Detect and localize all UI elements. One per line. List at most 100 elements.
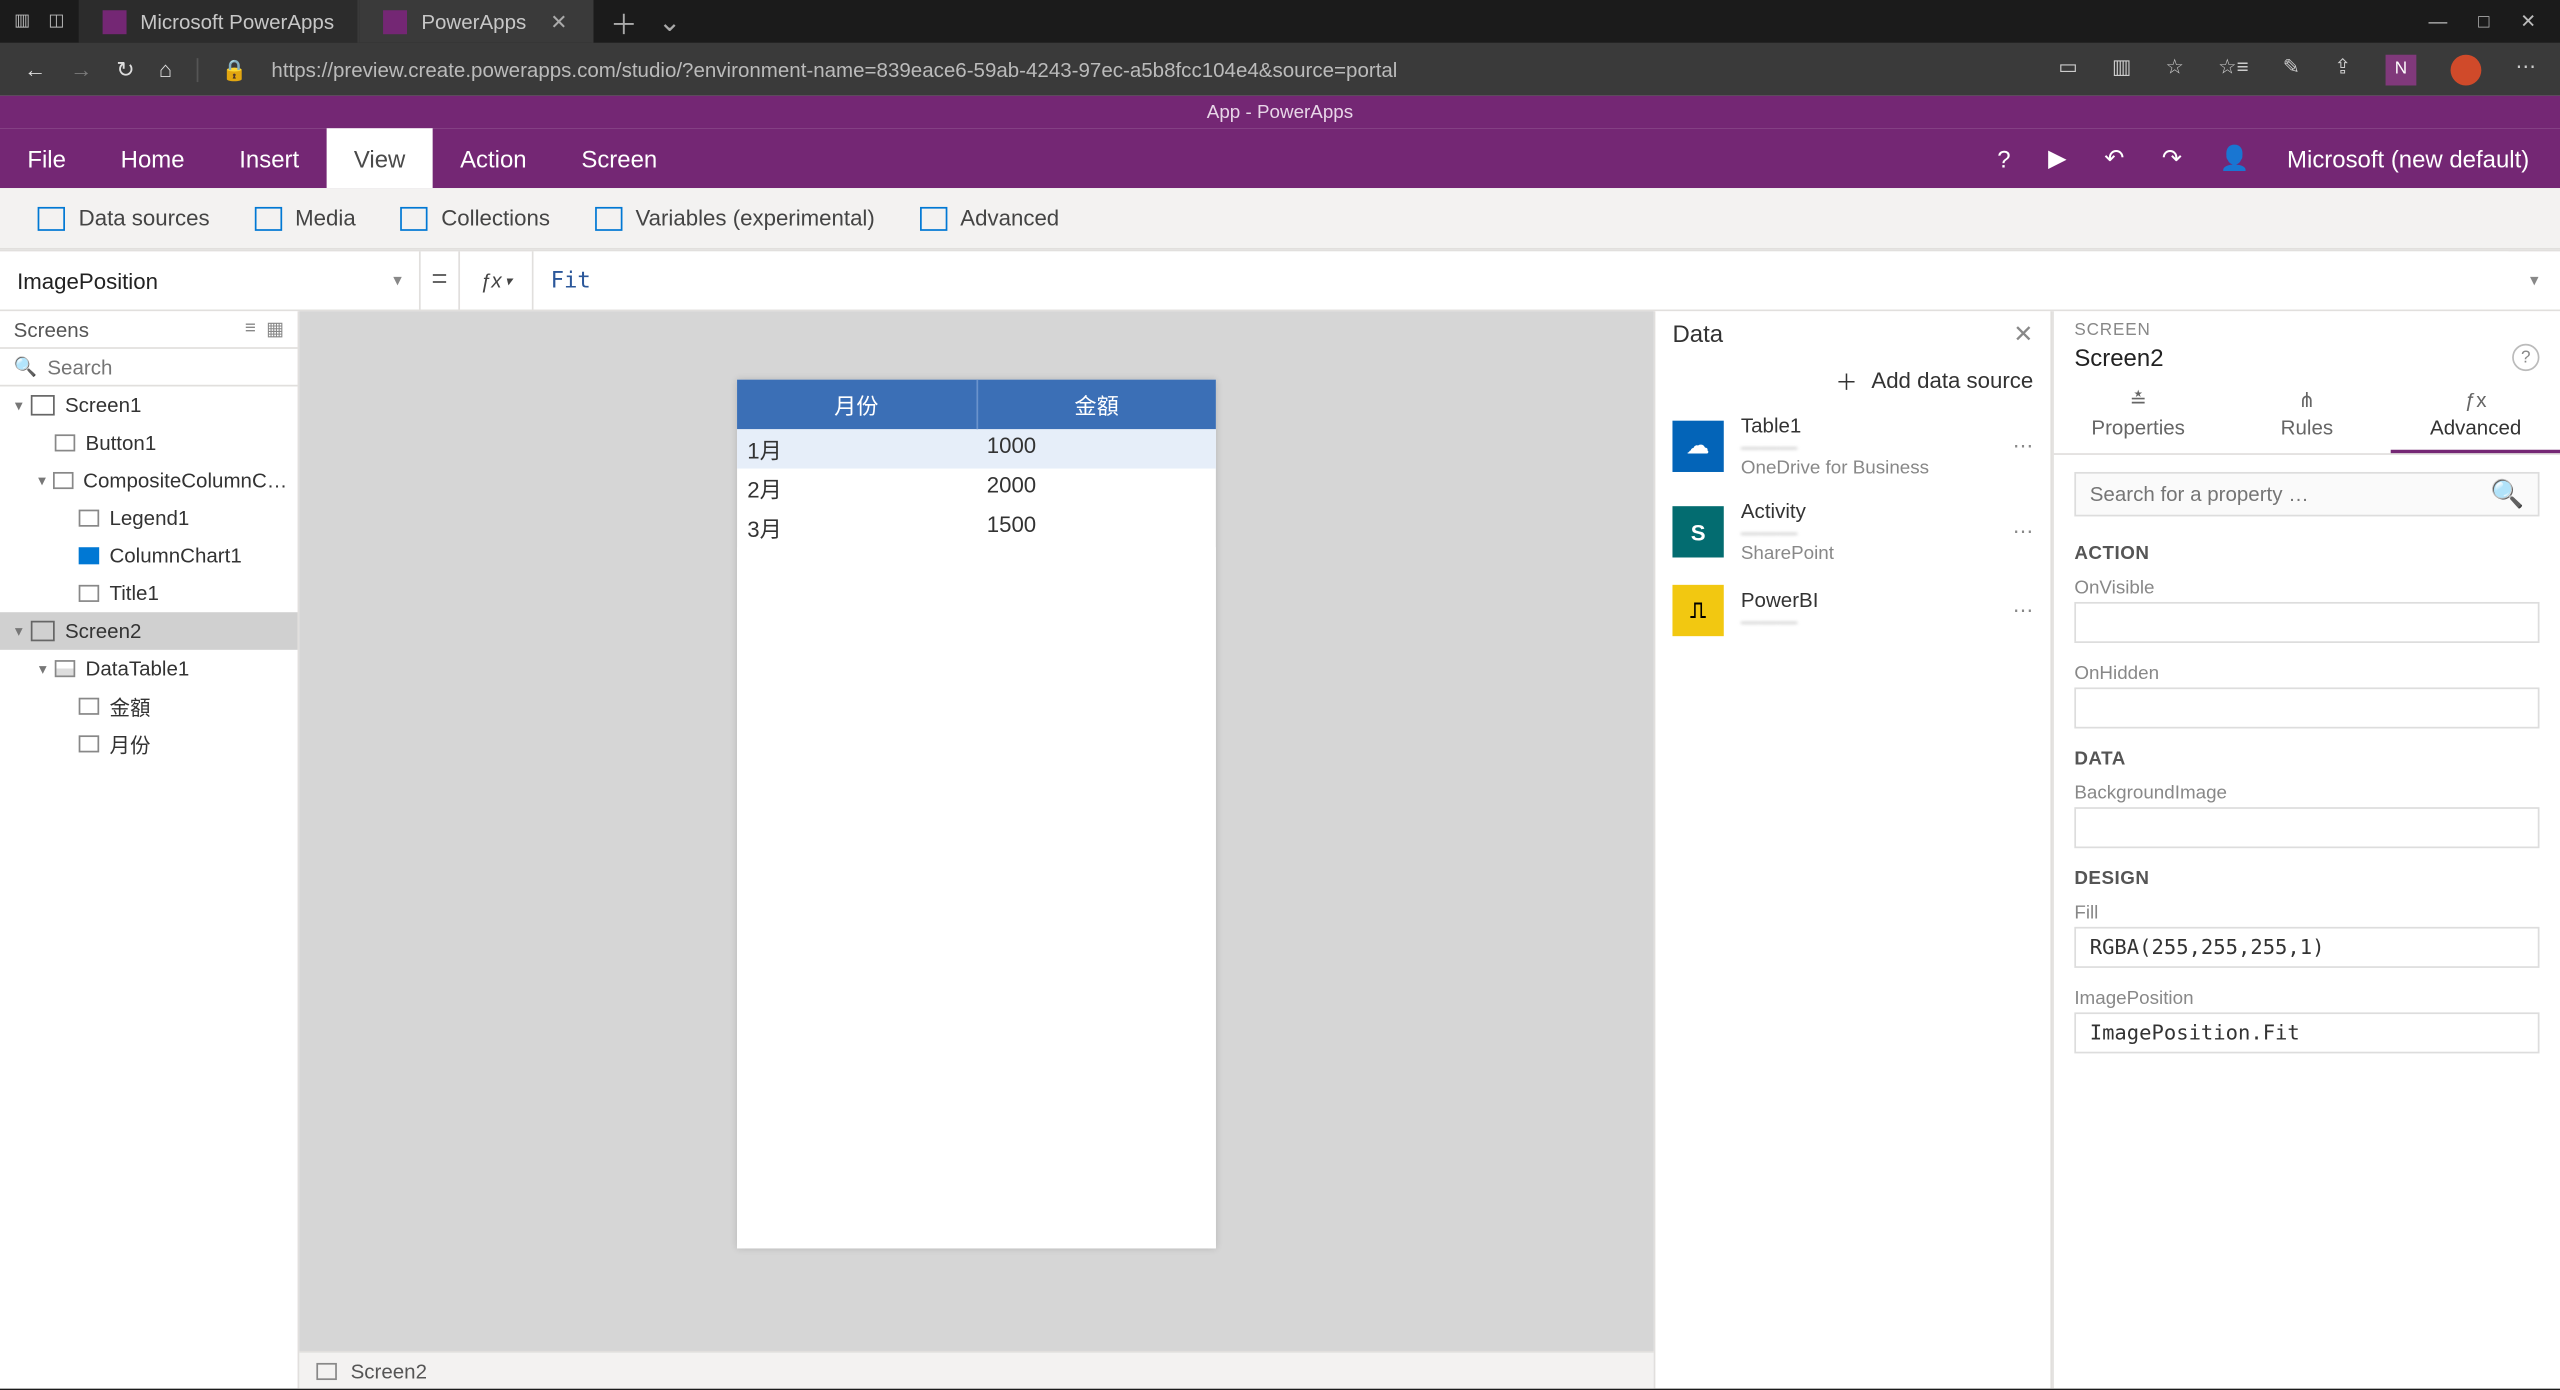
tree-node[interactable]: Legend1: [0, 499, 298, 537]
redo-icon[interactable]: ↷: [2162, 144, 2182, 173]
data-source-item[interactable]: ☁Table1———OneDrive for Business⋯: [1655, 404, 2050, 490]
close-icon[interactable]: ✕: [550, 9, 567, 33]
props-search-input[interactable]: [2090, 482, 2490, 506]
undo-icon[interactable]: ↶: [2104, 144, 2124, 173]
play-icon[interactable]: ▶: [2048, 144, 2066, 173]
table-row[interactable]: 2月2000: [737, 469, 1216, 508]
ribbon-tab-action[interactable]: Action: [433, 128, 554, 188]
prop-field-onhidden[interactable]: [2074, 687, 2539, 728]
browser-tab-2[interactable]: PowerApps ✕: [360, 0, 593, 43]
list-view-icon[interactable]: ≡: [245, 318, 256, 340]
property-dropdown[interactable]: ImagePosition ▾: [0, 251, 421, 309]
tree-node[interactable]: ▾DataTable1: [0, 650, 298, 688]
col-header-1[interactable]: 金額: [977, 380, 1216, 430]
data-source-item[interactable]: SActivity———SharePoint⋯: [1655, 489, 2050, 575]
ds-title: PowerBI: [1741, 588, 1996, 612]
ribbon-tab-view[interactable]: View: [327, 128, 433, 188]
prop-field-imageposition[interactable]: ImagePosition.Fit: [2074, 1012, 2539, 1053]
back-icon[interactable]: ←: [24, 56, 46, 82]
close-icon[interactable]: ✕: [2013, 319, 2033, 348]
data-source-item[interactable]: ⎍PowerBI———⋯: [1655, 575, 2050, 647]
ribbon-tab-file[interactable]: File: [0, 128, 93, 188]
user-icon[interactable]: 👤: [2220, 144, 2250, 173]
tree-search-input[interactable]: [47, 355, 283, 379]
browser-tab-1[interactable]: Microsoft PowerApps: [79, 0, 360, 43]
powerapps-root: App - PowerApps File Home Insert View Ac…: [0, 96, 2560, 1389]
advanced-icon: [919, 206, 946, 230]
props-tab-properties[interactable]: ≛Properties: [2054, 381, 2223, 453]
more-icon[interactable]: ⋯: [2013, 599, 2034, 623]
fx-button[interactable]: ƒx ▾: [458, 251, 533, 309]
datatable-preview[interactable]: 月份 金額 1月10002月20003月1500: [737, 380, 1216, 1249]
col-header-0[interactable]: 月份: [737, 380, 977, 430]
formula-expand-icon[interactable]: ▾: [2509, 251, 2560, 309]
canvas-stage[interactable]: 月份 金額 1月10002月20003月1500: [299, 311, 1653, 1351]
minimize-icon[interactable]: ―: [2429, 11, 2448, 32]
prop-field-bgimage[interactable]: [2074, 807, 2539, 848]
titlebar-icons: ▥ ◫: [0, 0, 79, 43]
sub-variables[interactable]: Variables (experimental): [594, 205, 874, 231]
tabs-chevron-icon[interactable]: ⌄: [658, 4, 681, 38]
props-search: 🔍: [2074, 472, 2539, 516]
tree-node[interactable]: 月份: [0, 725, 298, 763]
favorite-icon[interactable]: ☆: [2166, 54, 2184, 85]
ptab-label: Properties: [2091, 416, 2185, 440]
more-icon[interactable]: ⋯: [2013, 520, 2034, 544]
table-row[interactable]: 1月1000: [737, 429, 1216, 468]
props-tab-advanced[interactable]: ƒxAdvanced: [2391, 381, 2560, 453]
props-object-name: Screen2 ?: [2054, 344, 2560, 382]
more-icon[interactable]: ⋯: [2013, 434, 2034, 458]
share-icon[interactable]: ⇪: [2334, 54, 2351, 85]
url-text[interactable]: https://preview.create.powerapps.com/stu…: [271, 57, 2034, 81]
books-icon[interactable]: ▥: [2112, 54, 2131, 85]
forward-icon[interactable]: →: [70, 56, 92, 82]
sub-media[interactable]: Media: [254, 205, 356, 231]
ribbon-tab-home[interactable]: Home: [93, 128, 212, 188]
environment-label[interactable]: Microsoft (new default): [2287, 145, 2529, 172]
avatar-icon[interactable]: [2451, 54, 2482, 85]
popout-icon[interactable]: ◫: [44, 9, 68, 33]
tree-node[interactable]: ColumnChart1: [0, 537, 298, 575]
more-icon[interactable]: ⋯: [2516, 54, 2537, 85]
tree-node[interactable]: 金額: [0, 687, 298, 725]
table-row[interactable]: 3月1500: [737, 508, 1216, 547]
tree-node[interactable]: Button1: [0, 424, 298, 462]
datatable-header: 月份 金額: [737, 380, 1216, 430]
pen-icon[interactable]: ✎: [2283, 54, 2300, 85]
maximize-icon[interactable]: □: [2478, 11, 2489, 32]
ribbon-tab-insert[interactable]: Insert: [212, 128, 327, 188]
subribbon: Data sources Media Collections Variables…: [0, 188, 2560, 250]
sub-data-sources[interactable]: Data sources: [38, 205, 210, 231]
table-icon: [55, 660, 76, 677]
sub-collections[interactable]: Collections: [400, 205, 550, 231]
onenote-icon[interactable]: N: [2386, 54, 2417, 85]
section-action: ACTION: [2054, 534, 2560, 568]
tree-node-label: 月份: [109, 729, 150, 758]
grid-view-icon[interactable]: ▦: [266, 318, 284, 340]
close-window-icon[interactable]: ✕: [2520, 10, 2536, 32]
ds-subtitle: ———: [1741, 438, 1996, 459]
home-icon[interactable]: ⌂: [159, 56, 172, 82]
help-icon[interactable]: ?: [1997, 145, 2010, 172]
tree-node[interactable]: Title1: [0, 575, 298, 613]
refresh-icon[interactable]: ↻: [116, 56, 135, 83]
formula-input[interactable]: [534, 251, 2509, 309]
sub-advanced[interactable]: Advanced: [919, 205, 1059, 231]
add-data-label: Add data source: [1871, 367, 2033, 393]
help-icon[interactable]: ?: [2512, 344, 2539, 371]
add-data-source[interactable]: ＋ Add data source: [1655, 356, 2050, 404]
favorites-list-icon[interactable]: ☆≡: [2218, 54, 2248, 85]
ribbon-tab-screen[interactable]: Screen: [554, 128, 685, 188]
props-tab-rules[interactable]: ⋔Rules: [2223, 381, 2392, 453]
property-dropdown-label: ImagePosition: [17, 268, 158, 294]
tree-search: 🔍: [0, 349, 298, 387]
tree-node[interactable]: ▾Screen1: [0, 386, 298, 424]
sidebar-icon[interactable]: ▥: [10, 9, 34, 33]
new-tab-icon[interactable]: ＋: [610, 1, 637, 42]
tab-title: PowerApps: [421, 9, 526, 33]
prop-field-fill[interactable]: RGBA(255,255,255,1): [2074, 927, 2539, 968]
prop-field-onvisible[interactable]: [2074, 602, 2539, 643]
tree-node[interactable]: ▾Screen2: [0, 612, 298, 650]
tree-node[interactable]: ▾CompositeColumnC…: [0, 462, 298, 500]
reading-icon[interactable]: ▭: [2058, 54, 2077, 85]
